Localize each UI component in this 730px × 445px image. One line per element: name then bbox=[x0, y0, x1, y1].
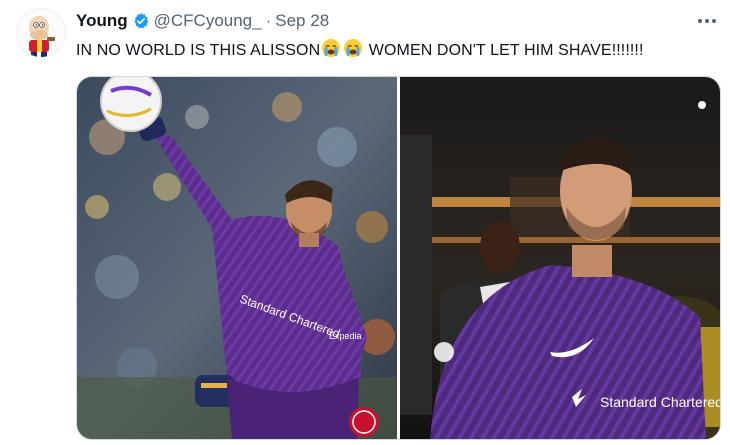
tunnel-walkout-photo: Standard Chartered bbox=[400, 77, 720, 439]
tweet-text: IN NO WORLD IS THIS ALISSON WOMEN DON'T … bbox=[76, 38, 644, 63]
loudly-crying-face-icon bbox=[343, 38, 363, 63]
verified-badge-icon[interactable] bbox=[132, 12, 150, 30]
avatar-image bbox=[17, 9, 65, 57]
tweet-media: Standard Chartered Expedia Standard Char… bbox=[76, 76, 721, 440]
media-photo-1[interactable]: Standard Chartered Expedia bbox=[77, 77, 397, 439]
shirt-sponsor-text-2: Standard Chartered bbox=[600, 394, 720, 410]
media-photo-2[interactable]: Standard Chartered bbox=[400, 77, 720, 439]
more-dots-icon bbox=[698, 19, 716, 23]
avatar[interactable] bbox=[16, 8, 66, 58]
tweet-header: Young @CFCyoung_ · Sep 28 bbox=[76, 10, 329, 32]
display-name[interactable]: Young bbox=[76, 11, 128, 31]
user-handle[interactable]: @CFCyoung_ bbox=[154, 11, 262, 31]
more-options-button[interactable] bbox=[694, 8, 720, 34]
separator-dot: · bbox=[265, 11, 272, 30]
tweet-date[interactable]: Sep 28 bbox=[275, 11, 329, 31]
tweet-text-part2: WOMEN DON'T LET HIM SHAVE!!!!!!! bbox=[364, 42, 644, 59]
goalkeeper-throw-photo: Standard Chartered Expedia bbox=[77, 77, 397, 439]
sleeve-sponsor-text: Expedia bbox=[329, 331, 362, 341]
loudly-crying-face-icon bbox=[321, 38, 341, 63]
tweet-text-part1: IN NO WORLD IS THIS ALISSON bbox=[76, 42, 321, 59]
